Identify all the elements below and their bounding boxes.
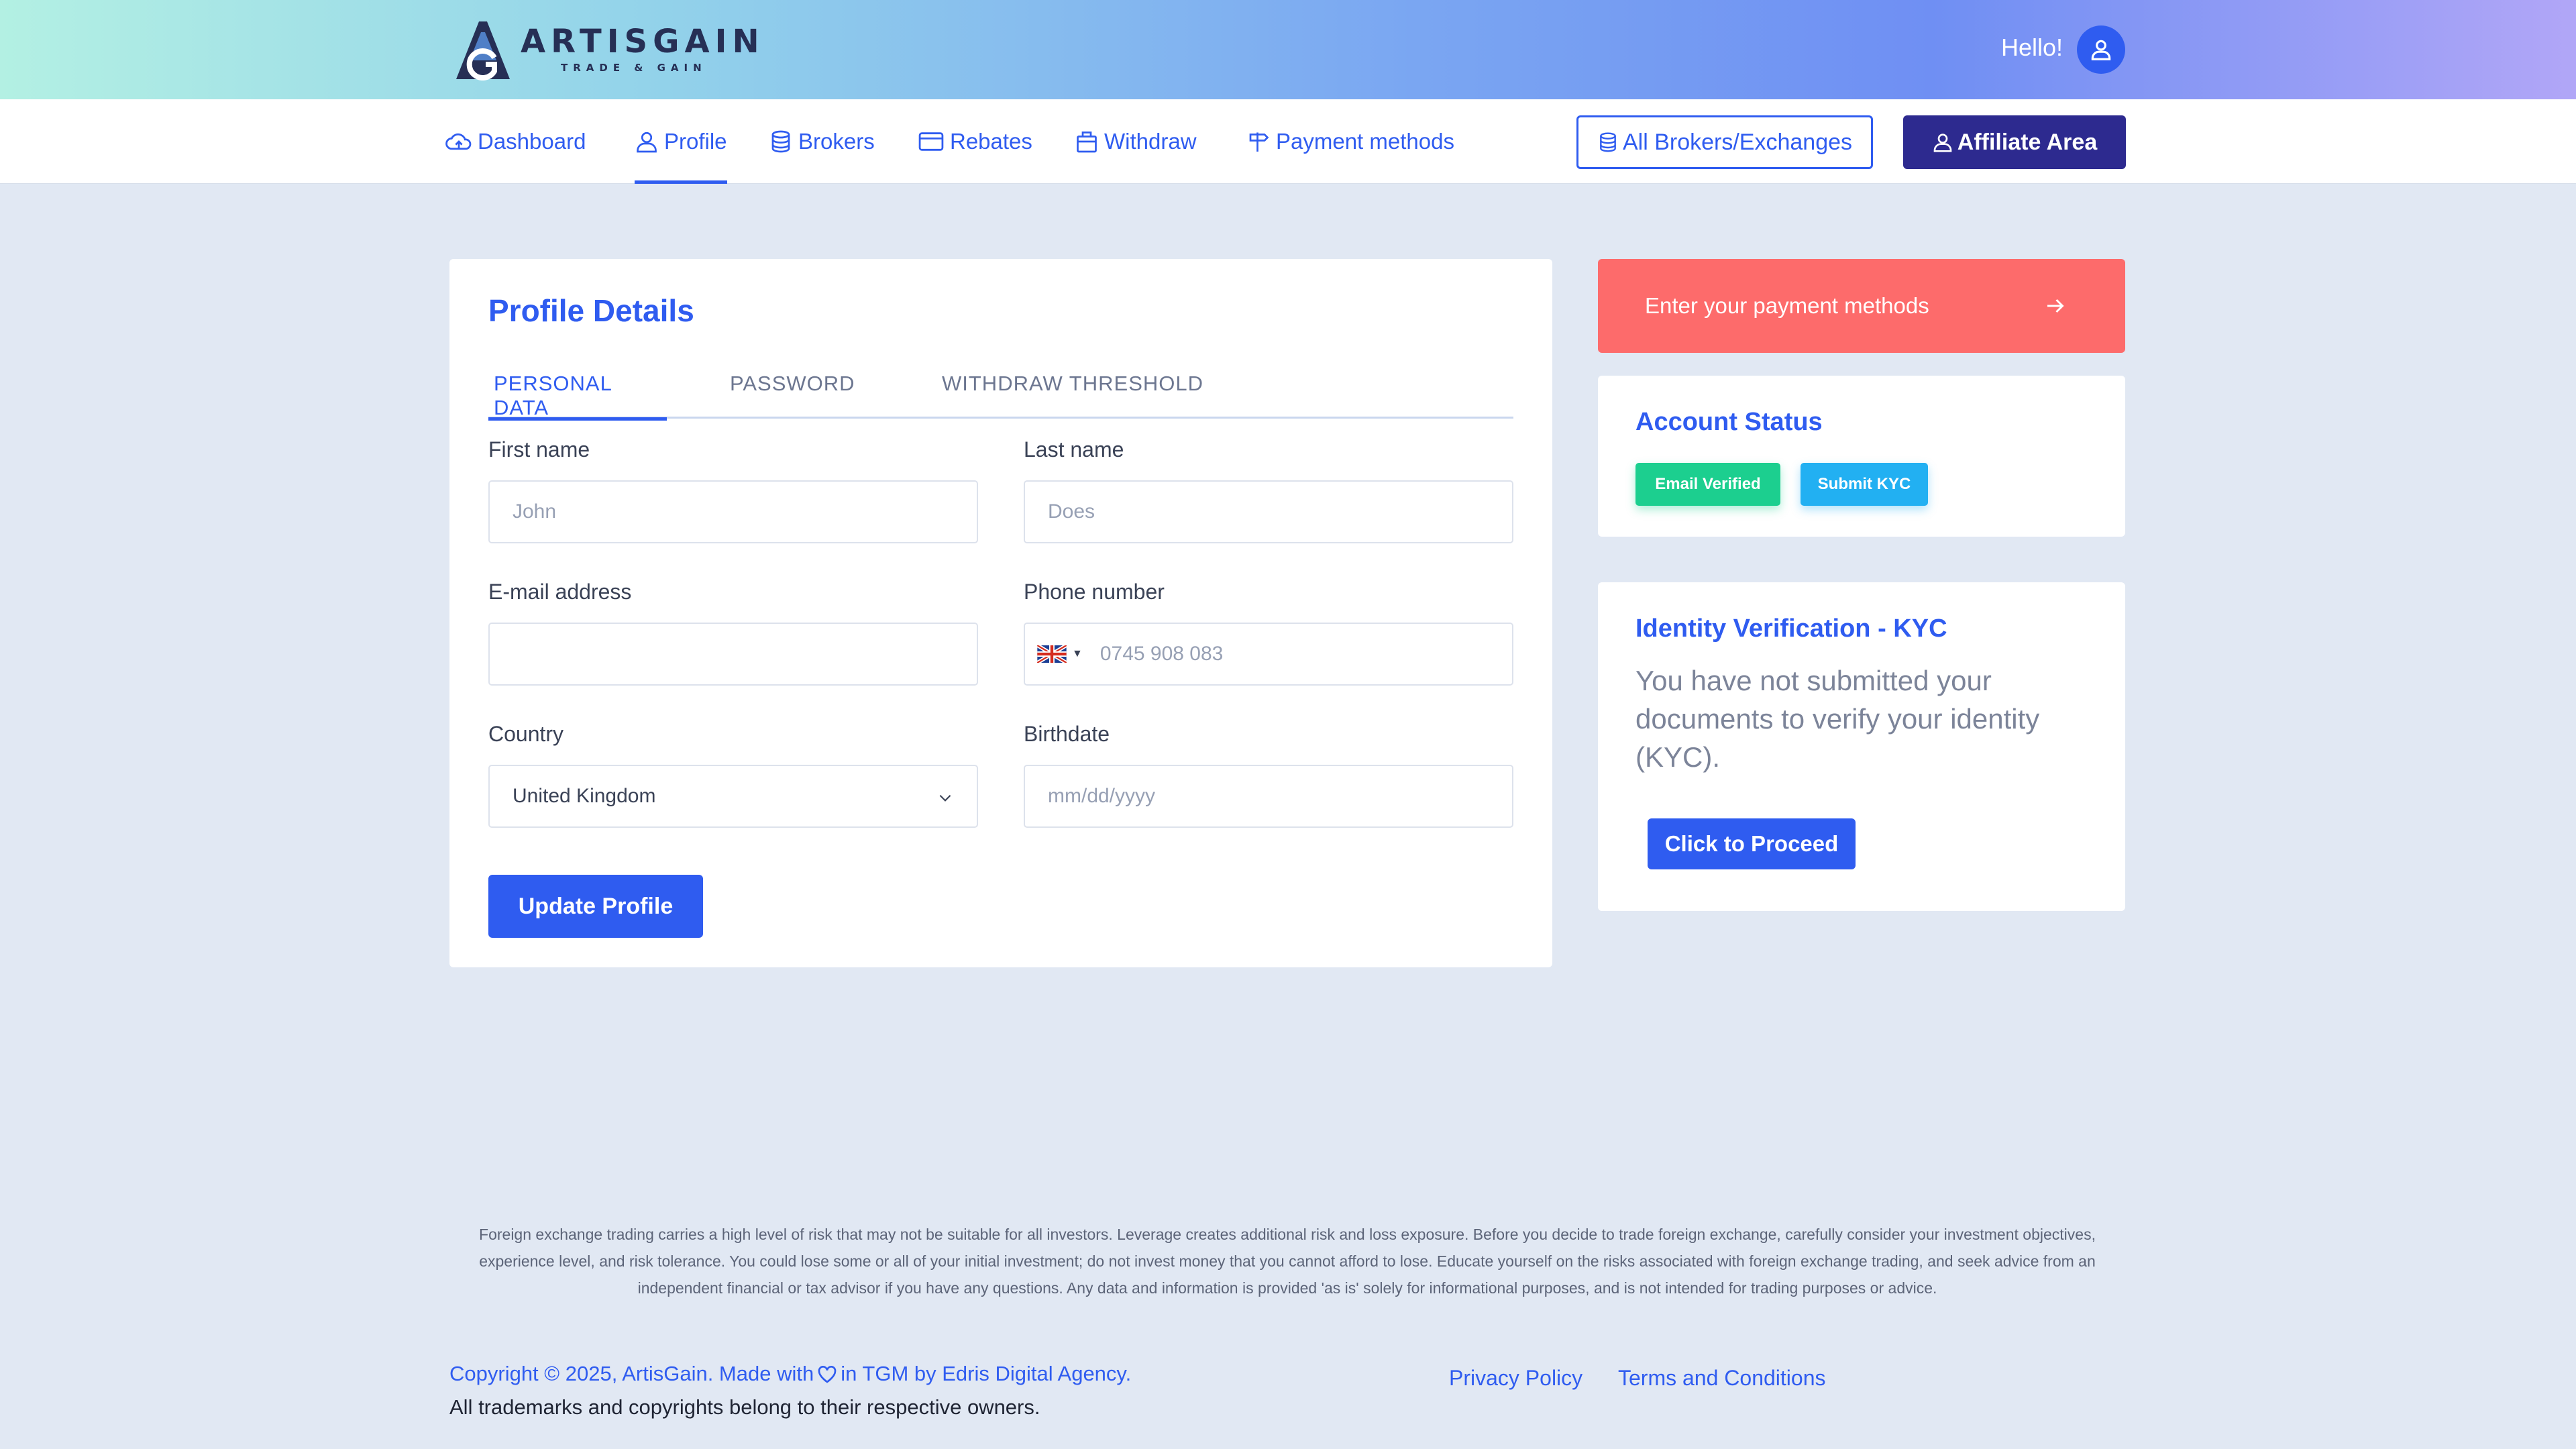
country-code-selector[interactable]: ▼ — [1037, 645, 1083, 663]
greeting-text: Hello! — [2000, 34, 2063, 61]
phone-placeholder: 0745 908 083 — [1099, 643, 1224, 665]
first-name-field[interactable]: John — [488, 480, 978, 543]
nav-label: Withdraw — [1104, 129, 1197, 154]
all-brokers-button[interactable]: All Brokers/Exchanges — [1576, 115, 1873, 169]
user-icon — [2091, 40, 2111, 60]
tab-personal-data[interactable]: PERSONAL DATA — [488, 358, 667, 421]
credit-card-icon — [918, 132, 944, 151]
country-select[interactable]: United Kingdom — [488, 765, 978, 828]
email-verified-badge: Email Verified — [1635, 463, 1780, 506]
cloud-icon — [445, 133, 472, 150]
user-icon — [637, 131, 657, 153]
profile-tabs: PERSONAL DATA PASSWORD WITHDRAW THRESHOL… — [488, 358, 1513, 421]
database-icon — [771, 130, 790, 153]
payment-methods-banner[interactable]: Enter your payment methods — [1598, 259, 2125, 353]
phone-label: Phone number — [1024, 580, 1165, 604]
top-header: ARTISGAIN TRADE & GAIN Hello! — [0, 0, 2576, 99]
nav-item-brokers[interactable]: Brokers — [769, 99, 875, 184]
nav-item-dashboard[interactable]: Dashboard — [445, 99, 586, 184]
copyright-text: Copyright © 2025, ArtisGain. Made with — [449, 1362, 814, 1385]
briefcase-icon — [1077, 131, 1097, 153]
nav-label: Dashboard — [478, 129, 586, 154]
first-name-placeholder: John — [513, 500, 557, 523]
click-to-proceed-button[interactable]: Click to Proceed — [1648, 818, 1856, 869]
nav-item-rebates[interactable]: Rebates — [918, 99, 1032, 184]
first-name-label: First name — [488, 437, 590, 462]
nav-item-profile[interactable]: Profile — [635, 99, 727, 184]
affiliate-area-button[interactable]: Affiliate Area — [1903, 115, 2126, 169]
database-icon — [1600, 132, 1616, 152]
heart-icon — [818, 1366, 837, 1383]
tab-withdraw-threshold[interactable]: WITHDRAW THRESHOLD — [942, 358, 1203, 419]
signpost-icon — [1249, 132, 1269, 152]
caret-down-icon: ▼ — [1072, 648, 1083, 659]
affiliate-area-label: Affiliate Area — [1957, 129, 2098, 155]
account-status-title: Account Status — [1635, 408, 1823, 436]
trademark-text: All trademarks and copyrights belong to … — [449, 1395, 1040, 1419]
birthdate-field[interactable]: mm/dd/yyyy — [1024, 765, 1513, 828]
page-title: Profile Details — [488, 293, 694, 328]
birthdate-placeholder: mm/dd/yyyy — [1048, 785, 1156, 807]
update-profile-button[interactable]: Update Profile — [488, 875, 703, 938]
main-nav: Dashboard Profile Brokers Rebates Withdr… — [0, 99, 2576, 184]
arrow-right-icon — [2047, 299, 2064, 313]
nav-item-withdraw[interactable]: Withdraw — [1075, 99, 1197, 184]
payment-banner-label: Enter your payment methods — [1645, 293, 1929, 318]
account-status-card: Account Status Email Verified Submit KYC — [1598, 376, 2125, 537]
phone-field[interactable]: ▼ 0745 908 083 — [1024, 623, 1513, 686]
tab-password[interactable]: PASSWORD — [730, 358, 855, 419]
brand-tagline: TRADE & GAIN — [561, 62, 707, 74]
country-value: United Kingdom — [513, 785, 656, 807]
user-avatar[interactable] — [2077, 25, 2125, 74]
user-icon — [1933, 133, 1952, 152]
nav-item-payment-methods[interactable]: Payment methods — [1246, 99, 1454, 184]
last-name-placeholder: Does — [1048, 500, 1095, 523]
country-label: Country — [488, 722, 564, 746]
nav-label: Brokers — [798, 129, 875, 154]
kyc-card: Identity Verification - KYC You have not… — [1598, 582, 2125, 911]
copyright-agency-text: in TGM by Edris Digital Agency. — [841, 1362, 1132, 1385]
kyc-message: You have not submitted your documents to… — [1635, 665, 2040, 773]
nav-label: Profile — [664, 129, 727, 154]
nav-label: Rebates — [950, 129, 1032, 154]
brand-logo[interactable]: ARTISGAIN TRADE & GAIN — [449, 17, 765, 82]
birthdate-label: Birthdate — [1024, 722, 1110, 746]
risk-disclaimer: Foreign exchange trading carries a high … — [479, 1226, 2096, 1297]
all-brokers-label: All Brokers/Exchanges — [1622, 129, 1853, 155]
kyc-title: Identity Verification - KYC — [1635, 614, 1947, 643]
g-mountain-logo-icon — [456, 21, 510, 80]
last-name-field[interactable]: Does — [1024, 480, 1513, 543]
email-label: E-mail address — [488, 580, 632, 604]
submit-kyc-badge[interactable]: Submit KYC — [1801, 463, 1928, 506]
privacy-policy-link[interactable]: Privacy Policy — [1449, 1366, 1582, 1391]
brand-name: ARTISGAIN — [521, 23, 765, 60]
profile-details-card: Profile Details PERSONAL DATA PASSWORD W… — [449, 259, 1552, 967]
email-field[interactable] — [488, 623, 978, 686]
chevron-down-icon — [939, 794, 951, 802]
terms-link[interactable]: Terms and Conditions — [1618, 1366, 1825, 1391]
uk-flag-icon — [1037, 645, 1067, 663]
last-name-label: Last name — [1024, 437, 1124, 462]
nav-label: Payment methods — [1276, 129, 1454, 154]
copyright-line: Copyright © 2025, ArtisGain. Made with i… — [449, 1362, 1131, 1386]
